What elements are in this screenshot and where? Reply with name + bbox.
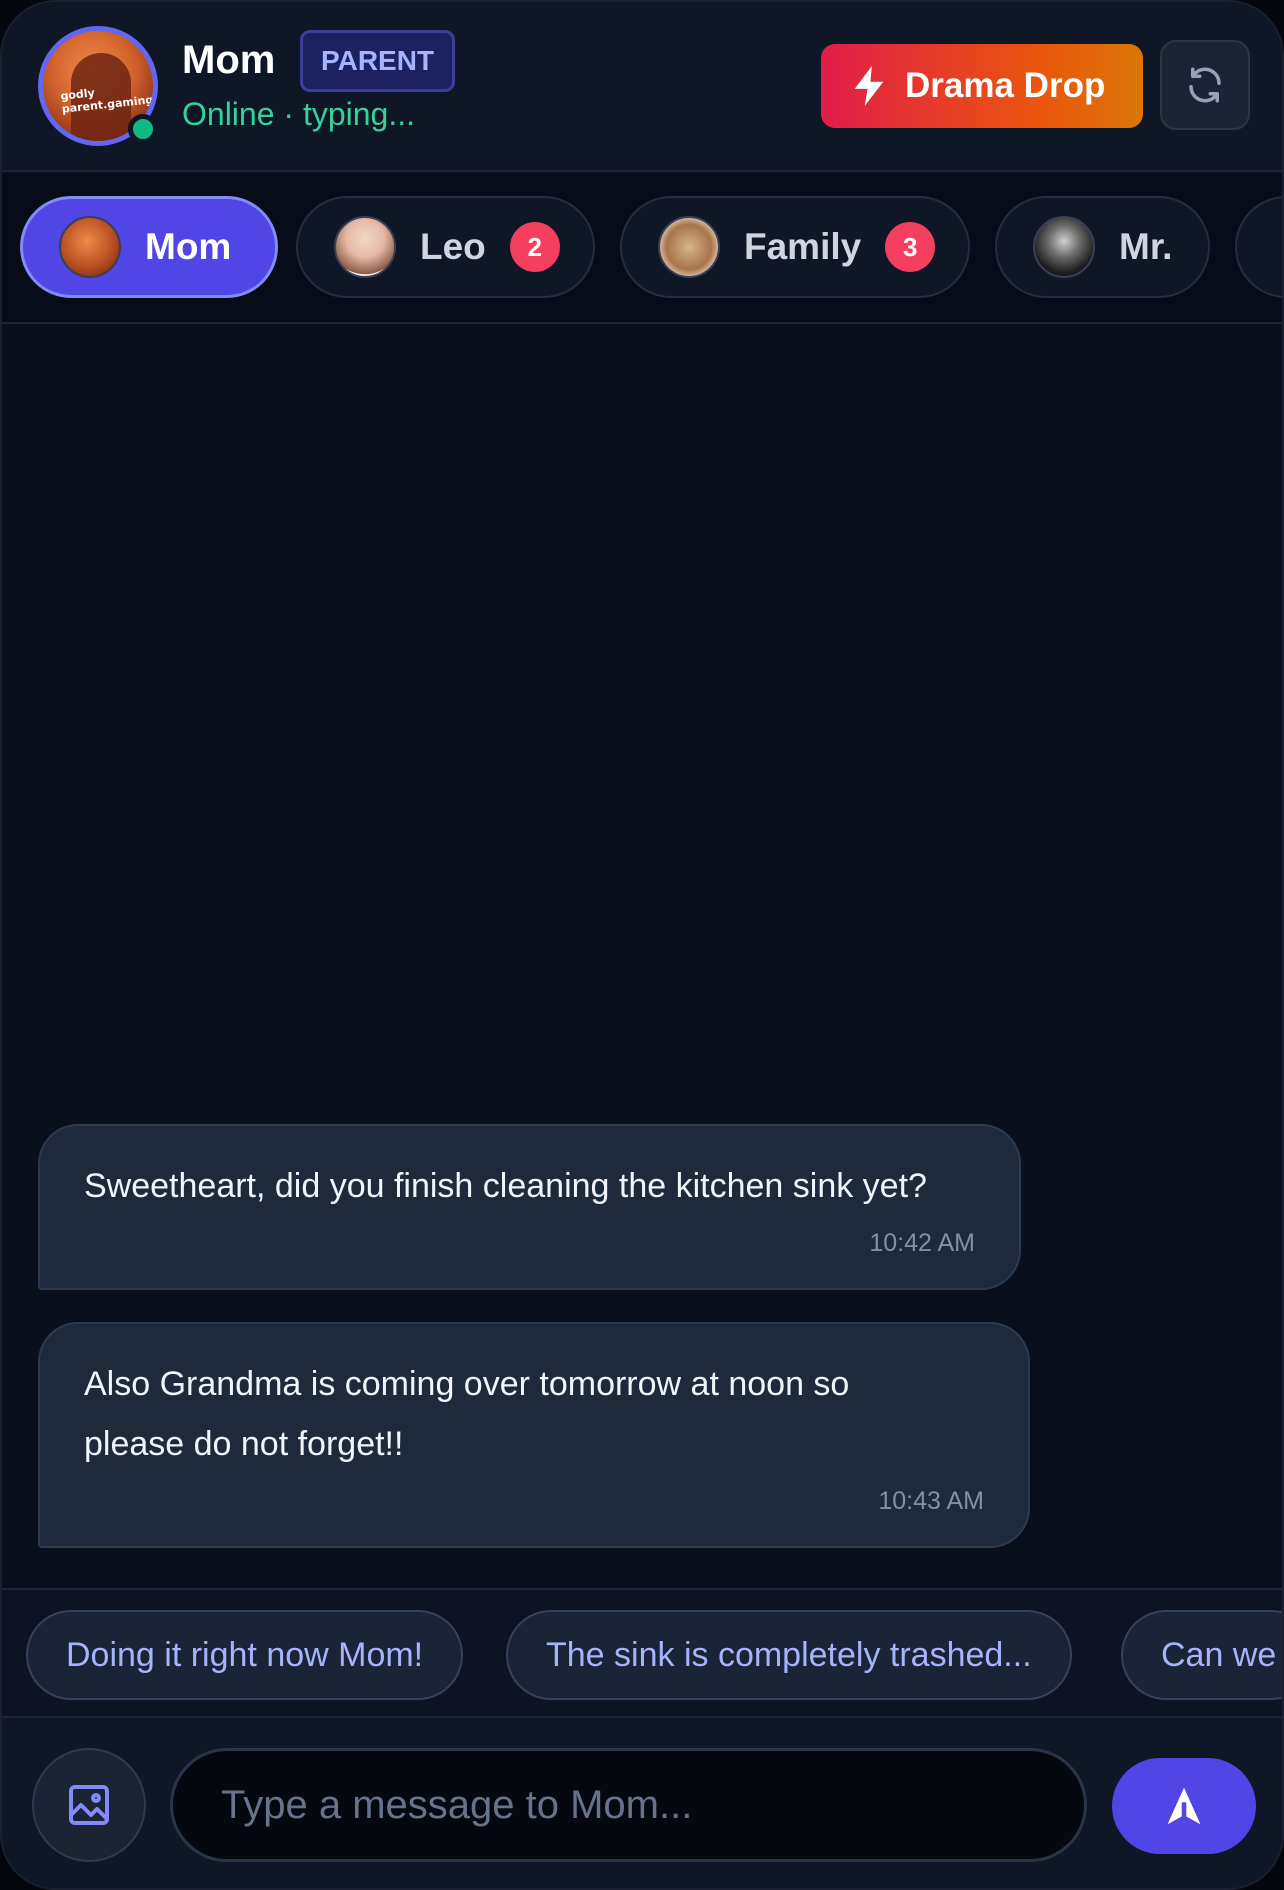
tab-label: Mr. (1119, 226, 1173, 267)
send-icon (1167, 1787, 1201, 1825)
drama-drop-label: Drama Drop (905, 66, 1106, 105)
attach-image-button[interactable] (32, 1748, 146, 1862)
message-bubble: Also Grandma is coming over tomorrow at … (38, 1322, 1030, 1548)
lightning-bolt-icon (854, 66, 884, 106)
tab-mom[interactable]: Mom (20, 196, 278, 298)
chat-header: godly parent.gaming Mom PARENT Online · … (2, 2, 1282, 172)
message-text: Also Grandma is coming over tomorrow at … (84, 1365, 850, 1463)
unread-badge: 2 (509, 222, 560, 272)
contact-tabs: Mom Leo 2 Family 3 Mr. (2, 174, 1282, 324)
message-composer (2, 1716, 1282, 1888)
leo-avatar (334, 216, 396, 278)
message-input[interactable] (170, 1748, 1087, 1862)
online-status-dot (128, 114, 158, 144)
contact-avatar[interactable]: godly parent.gaming (38, 26, 158, 146)
drama-drop-button[interactable]: Drama Drop (821, 44, 1143, 128)
message-text: Sweetheart, did you finish cleaning the … (84, 1167, 927, 1205)
refresh-icon (1189, 67, 1221, 103)
mr-avatar (1033, 216, 1095, 278)
message-time: 10:42 AM (869, 1229, 975, 1257)
chat-screen: godly parent.gaming Mom PARENT Online · … (0, 0, 1284, 1890)
refresh-button[interactable] (1160, 40, 1250, 130)
message-list: Sweetheart, did you finish cleaning the … (2, 326, 1282, 1586)
message-time: 10:43 AM (878, 1487, 984, 1515)
presence-status: Online · typing... (182, 96, 415, 132)
tab-label: Leo (420, 226, 486, 267)
role-badge: PARENT (300, 30, 456, 92)
send-button[interactable] (1112, 1758, 1256, 1854)
quick-replies: Doing it right now Mom! The sink is comp… (2, 1588, 1282, 1716)
family-avatar (658, 216, 720, 278)
tab-label: Mom (145, 226, 232, 267)
tab-leo[interactable]: Leo 2 (296, 196, 595, 298)
tab-label: Family (744, 226, 862, 267)
quick-reply-chip[interactable]: Can we (1121, 1610, 1282, 1700)
image-icon (69, 1785, 109, 1825)
tab-overflow[interactable] (1235, 196, 1282, 298)
quick-reply-chip[interactable]: Doing it right now Mom! (26, 1610, 464, 1700)
tab-mr[interactable]: Mr. (995, 196, 1210, 298)
quick-reply-chip[interactable]: The sink is completely trashed... (506, 1610, 1072, 1700)
mom-avatar (59, 216, 121, 278)
unread-badge: 3 (885, 222, 936, 272)
tab-family[interactable]: Family 3 (620, 196, 970, 298)
message-bubble: Sweetheart, did you finish cleaning the … (38, 1124, 1021, 1290)
contact-name: Mom (182, 38, 276, 82)
